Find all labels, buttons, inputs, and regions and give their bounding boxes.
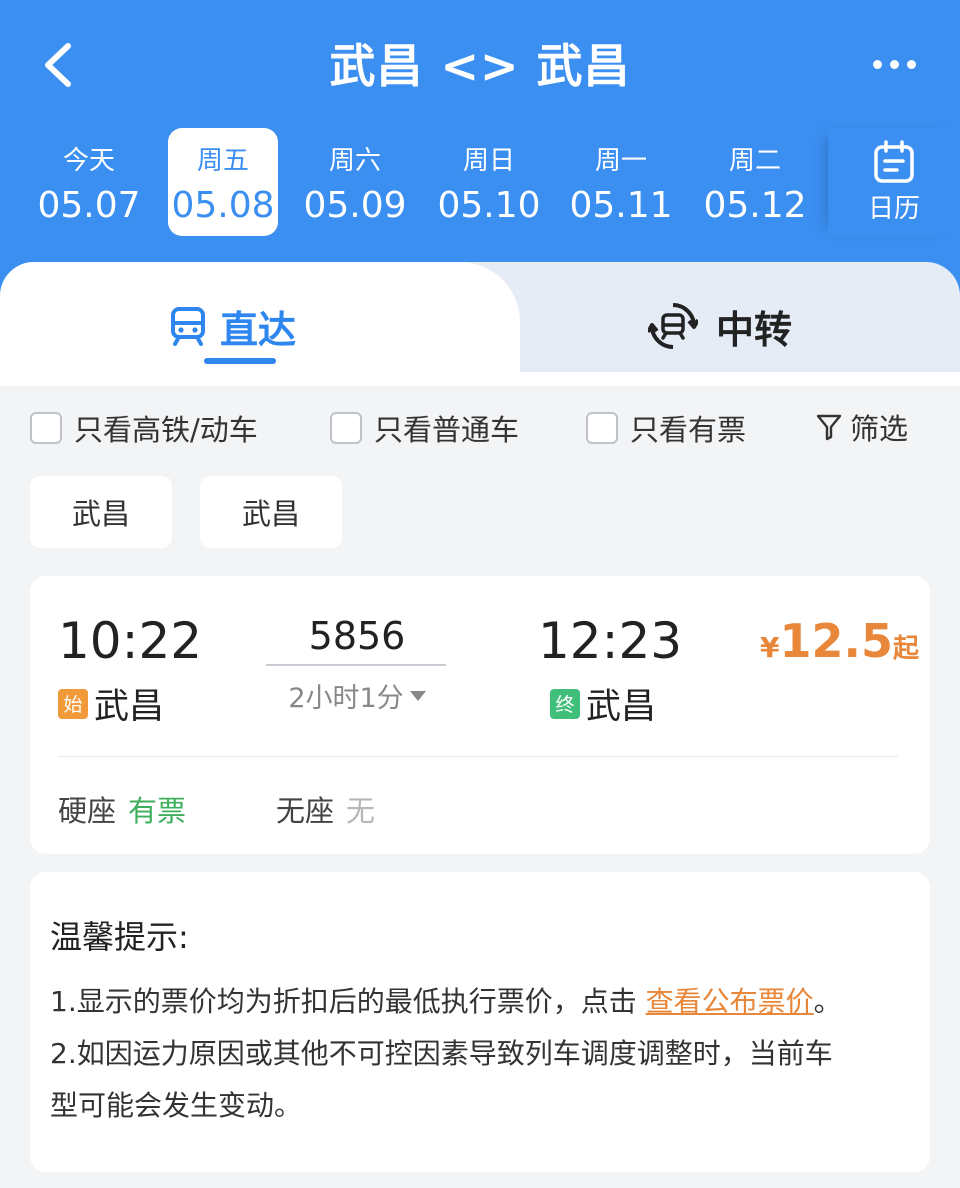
date-weekday: 周二 [728, 146, 781, 176]
date-weekday: 周五 [196, 146, 249, 176]
tab-transfer-label: 中转 [716, 307, 793, 352]
seat-type: 无座 [276, 794, 335, 828]
date-weekday: 今天 [62, 146, 115, 176]
screen-label: 筛选 [850, 412, 909, 446]
notice-line-1: 1.显示的票价均为折扣后的最低执行票价，点击 查看公布票价。 [50, 976, 920, 1028]
price: ¥ 12.5 起 [760, 614, 919, 668]
more-button[interactable] [862, 50, 926, 78]
notice-line-1-text: 1.显示的票价均为折扣后的最低执行票价，点击 [50, 985, 646, 1018]
calendar-label: 日历 [867, 194, 920, 224]
card-divider [58, 756, 898, 757]
price-suffix: 起 [892, 634, 919, 664]
date-item-0512[interactable]: 周二 05.12 [700, 128, 810, 236]
filter-available[interactable]: 只看有票 [586, 408, 746, 448]
available-checkbox[interactable] [586, 412, 618, 444]
arrive-time: 12:23 [538, 612, 683, 670]
seat-hard: 硬座 有票 [58, 788, 186, 830]
date-value: 05.12 [703, 185, 807, 226]
view-published-price-link[interactable]: 查看公布票价 [646, 985, 814, 1018]
date-item-0510[interactable]: 周日 05.10 [434, 128, 544, 236]
filter-available-label: 只看有票 [630, 413, 747, 447]
funnel-icon [816, 414, 842, 441]
price-value: 12.5 [779, 614, 893, 668]
notice-card: 温馨提示: 1.显示的票价均为折扣后的最低执行票价，点击 查看公布票价。 2.如… [30, 872, 930, 1172]
duration-toggle[interactable]: 2小时1分 [266, 676, 448, 715]
calendar-button[interactable]: 日历 [828, 128, 960, 236]
filter-regular-label: 只看普通车 [374, 413, 520, 447]
date-value: 05.07 [37, 185, 141, 226]
filter-regular[interactable]: 只看普通车 [330, 408, 519, 448]
date-item-0508[interactable]: 周五 05.08 [168, 128, 278, 236]
more-dot [906, 59, 916, 69]
top-header: 武昌 <> 武昌 今天 05.07 周五 05.08 周六 05.09 周日 0… [0, 0, 960, 300]
origin-station: 始 武昌 [58, 678, 164, 729]
tab-direct-label: 直达 [220, 307, 297, 352]
date-weekday: 周一 [594, 146, 647, 176]
more-dots-icon [872, 59, 882, 69]
date-value: 05.10 [437, 185, 541, 226]
date-item-0507[interactable]: 今天 05.07 [34, 128, 144, 236]
date-value: 05.08 [171, 185, 275, 226]
terminal-station-name: 武昌 [586, 687, 657, 727]
filter-high-speed[interactable]: 只看高铁/动车 [30, 408, 258, 448]
calendar-icon [874, 140, 914, 183]
notice-line-2: 2.如因运力原因或其他不可控因素导致列车调度调整时，当前车 [50, 1037, 833, 1070]
train-line [266, 664, 446, 666]
high-speed-checkbox[interactable] [30, 412, 62, 444]
date-item-0511[interactable]: 周一 05.11 [566, 128, 676, 236]
filter-high-speed-label: 只看高铁/动车 [74, 413, 258, 447]
origin-station-name: 武昌 [94, 687, 165, 727]
regular-checkbox[interactable] [330, 412, 362, 444]
terminal-badge: 终 [550, 688, 580, 719]
train-icon [171, 307, 205, 346]
seat-type: 硬座 [58, 794, 117, 828]
origin-badge: 始 [58, 688, 88, 719]
train-card[interactable]: 10:22 5856 2小时1分 12:23 始 武昌 终 武昌 ¥ 12.5 … [30, 576, 930, 854]
notice-line-1-end: 。 [813, 985, 842, 1018]
seat-status: 无 [346, 794, 376, 828]
page-title: 武昌 <> 武昌 [329, 39, 631, 93]
date-value: 05.11 [569, 185, 673, 226]
caret-down-icon [409, 690, 426, 701]
tab-bottom-strip [0, 372, 960, 386]
screen-button[interactable]: 筛选 [816, 406, 908, 448]
tab-direct[interactable]: 直达 [170, 298, 296, 354]
price-currency: ¥ [760, 631, 780, 664]
notice-title: 温馨提示: [50, 918, 189, 956]
date-weekday: 周六 [328, 146, 381, 176]
seat-status: 有票 [128, 794, 187, 828]
seat-standing: 无座 无 [276, 788, 375, 830]
tab-transfer[interactable]: 中转 [648, 298, 792, 354]
station-chip-from[interactable]: 武昌 [30, 476, 172, 548]
date-selector: 今天 05.07 周五 05.08 周六 05.09 周日 05.10 周一 0… [24, 128, 824, 238]
duration-text: 2小时1分 [288, 683, 404, 714]
station-chip-to[interactable]: 武昌 [200, 476, 342, 548]
trip-type-tabs: 直达 中转 [0, 262, 960, 372]
date-value: 05.09 [303, 185, 407, 226]
transfer-icon [648, 303, 698, 349]
more-dot [889, 59, 899, 69]
terminal-station: 终 武昌 [550, 678, 656, 729]
date-weekday: 周日 [462, 146, 515, 176]
tab-active-indicator [204, 358, 276, 364]
date-item-0509[interactable]: 周六 05.09 [300, 128, 410, 236]
train-number: 5856 [308, 614, 406, 658]
depart-time: 10:22 [58, 612, 203, 670]
notice-line-3: 型可能会发生变动。 [50, 1089, 303, 1122]
